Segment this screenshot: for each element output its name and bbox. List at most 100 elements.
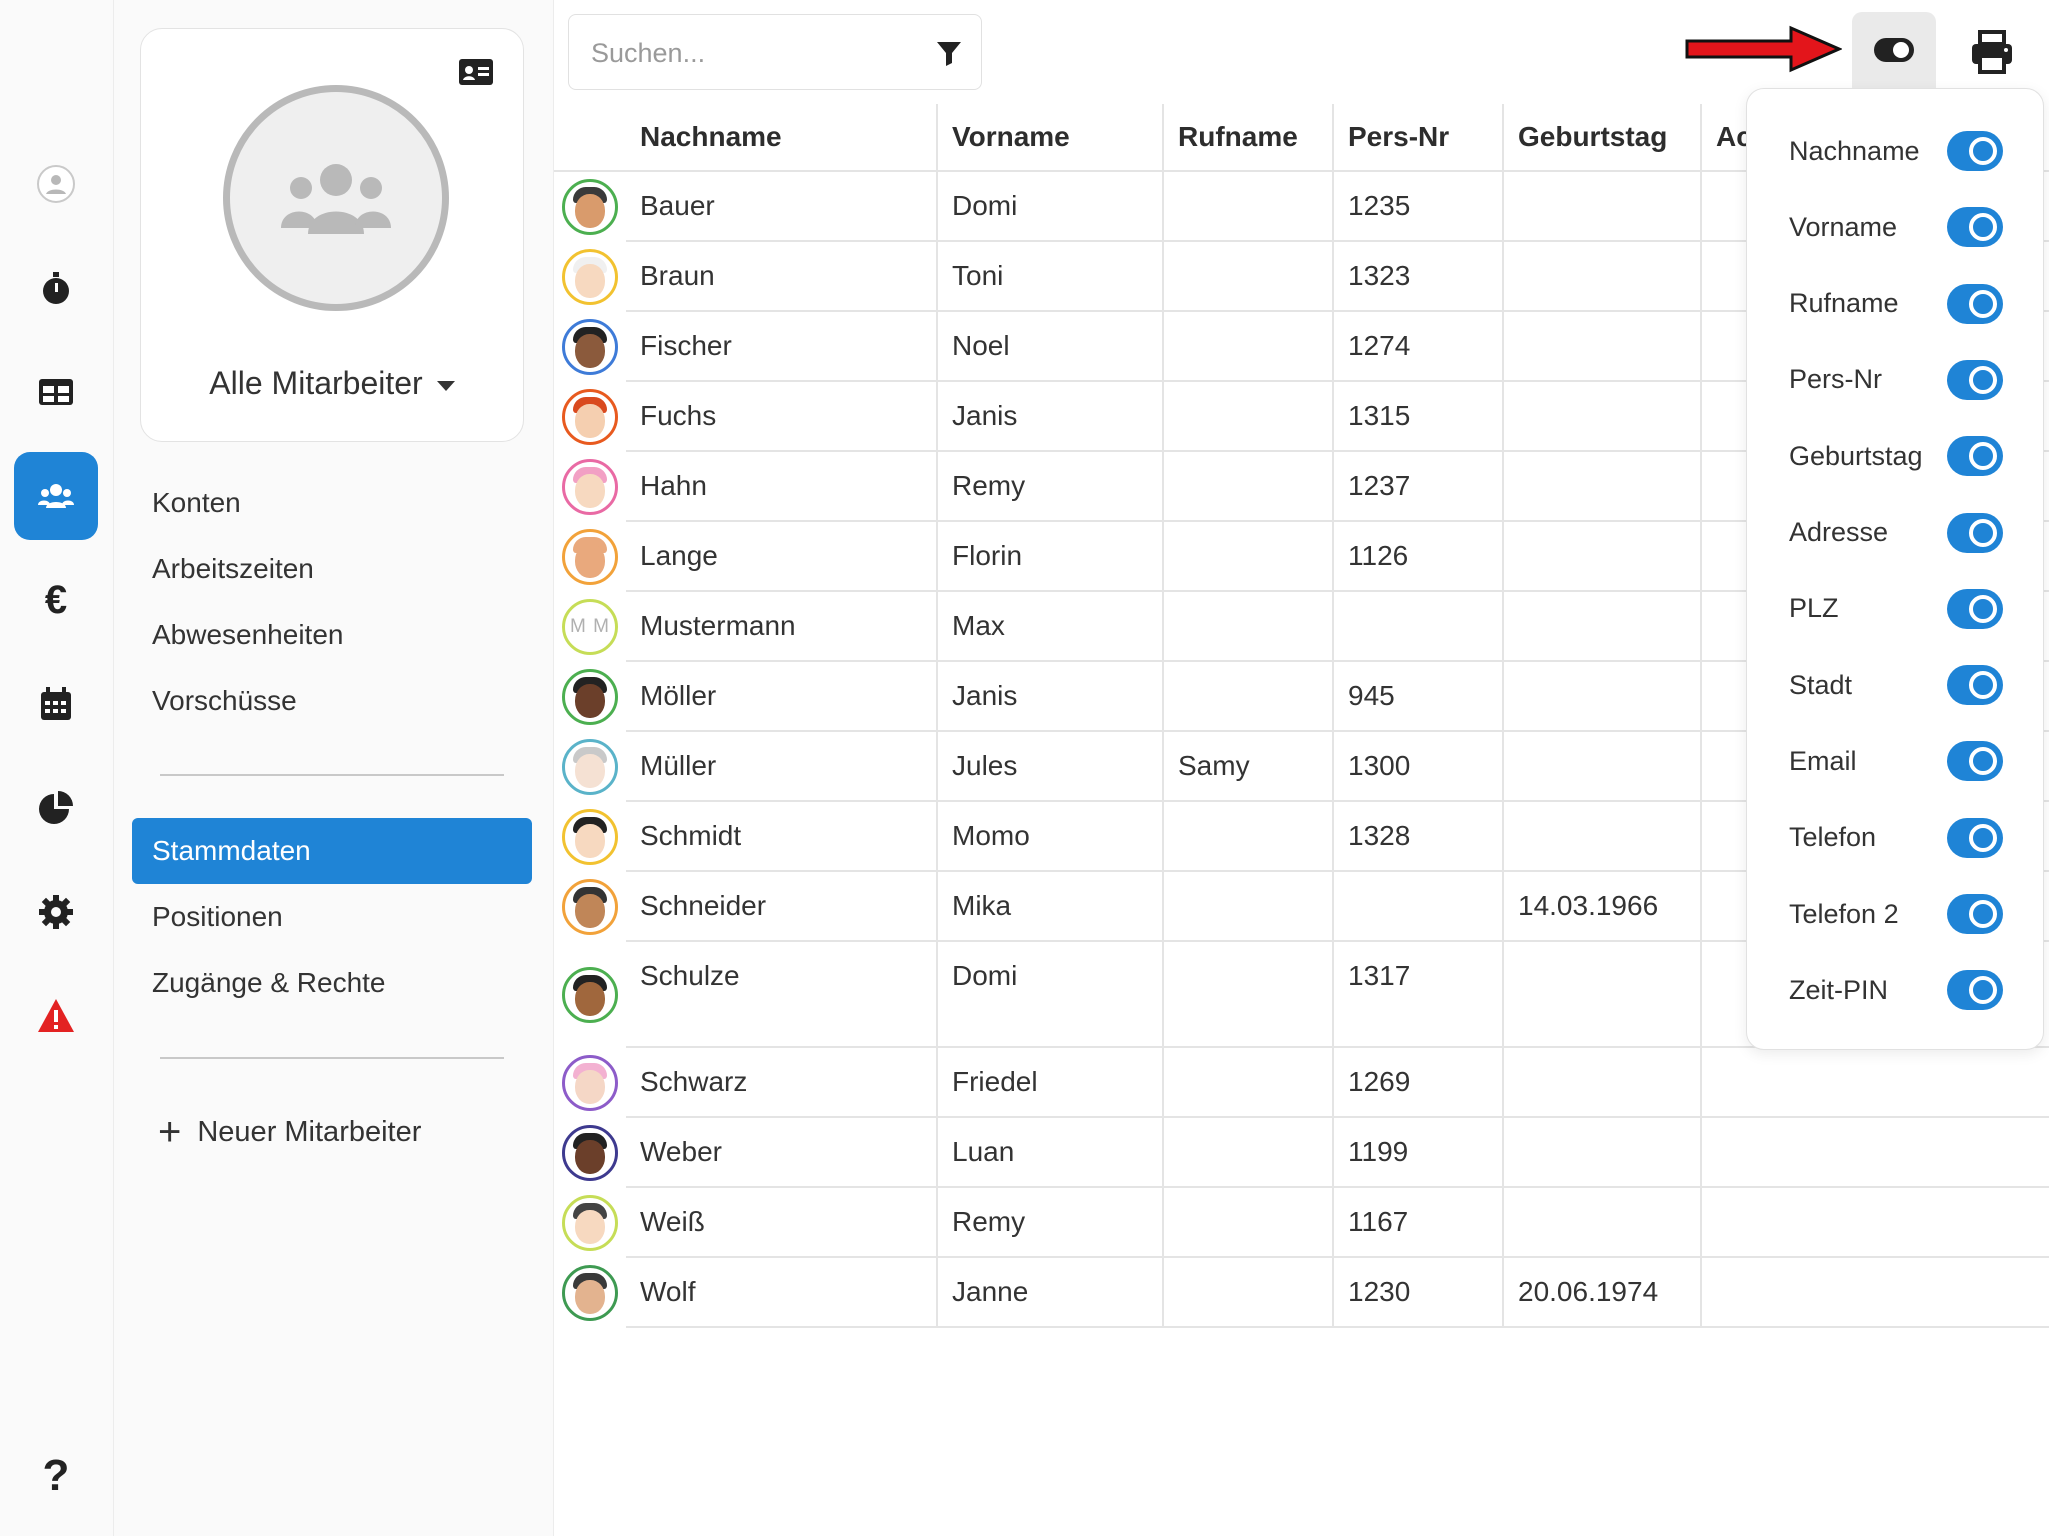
- column-toggle-button[interactable]: [1852, 12, 1936, 88]
- toggle-switch[interactable]: [1947, 588, 2003, 629]
- toggle-knob: [1969, 747, 1997, 776]
- cell-persnr: 1269: [1332, 1048, 1502, 1118]
- group-select-label: Alle Mitarbeiter: [209, 365, 423, 401]
- column-header-geburtstag[interactable]: Geburtstag: [1502, 104, 1700, 172]
- cell-rufname: [1162, 172, 1332, 242]
- user-circle-icon[interactable]: [14, 140, 98, 228]
- toggle-knob: [1969, 442, 1997, 471]
- toggle-knob: [1969, 671, 1997, 700]
- menu-item-positionen[interactable]: Positionen: [132, 884, 532, 950]
- toggle-knob: [1969, 900, 1997, 928]
- toggle-knob: [1969, 976, 1997, 1005]
- table-row[interactable]: Wolf Janne 1230 20.06.1974: [554, 1258, 2049, 1328]
- employee-panel: Alle Mitarbeiter Konten Arbeitszeiten Ab…: [114, 0, 554, 1536]
- avatar-face: [575, 544, 605, 578]
- menu-item-konten[interactable]: Konten: [132, 470, 532, 536]
- toggle-switch[interactable]: [1947, 512, 2003, 553]
- toggle-switch[interactable]: [1947, 741, 2003, 782]
- avatar-cell: [554, 872, 626, 942]
- toggle-label: Vorname: [1789, 211, 1898, 242]
- stopwatch-icon[interactable]: [14, 244, 98, 332]
- table-row[interactable]: Weiß Remy 1167: [554, 1188, 2049, 1258]
- cell-rufname: [1162, 242, 1332, 312]
- cell-vorname: Luan: [936, 1118, 1162, 1188]
- avatar: [562, 459, 618, 515]
- cell-adresse: [1700, 1188, 2049, 1258]
- cell-nachname: Lange: [626, 522, 936, 592]
- toggle-label: Telefon: [1789, 822, 1877, 853]
- cell-nachname: Schwarz: [626, 1048, 936, 1118]
- toggle-switch[interactable]: [1947, 894, 2003, 934]
- group-select[interactable]: Alle Mitarbeiter: [141, 365, 523, 402]
- warning-icon[interactable]: [14, 972, 98, 1060]
- pie-chart-icon[interactable]: [14, 764, 98, 852]
- table-icon[interactable]: [14, 348, 98, 436]
- column-header-rufname[interactable]: Rufname: [1162, 104, 1332, 172]
- new-employee-button[interactable]: + Neuer Mitarbeiter: [158, 1112, 421, 1152]
- column-header-vorname[interactable]: Vorname: [936, 104, 1162, 172]
- toggle-switch[interactable]: [1947, 131, 2003, 171]
- table-row[interactable]: Weber Luan 1199: [554, 1118, 2049, 1188]
- print-icon[interactable]: [1968, 28, 2016, 76]
- avatar-face: [575, 1070, 605, 1104]
- cell-nachname: Braun: [626, 242, 936, 312]
- avatar-face: [575, 1210, 605, 1244]
- gear-icon[interactable]: [14, 868, 98, 956]
- toggle-switch[interactable]: [1947, 817, 2003, 858]
- search-input[interactable]: [591, 31, 911, 75]
- toggle-switch[interactable]: [1947, 207, 2003, 248]
- cell-rufname: Samy: [1162, 732, 1332, 802]
- avatar: [562, 529, 618, 585]
- cell-vorname: Momo: [936, 802, 1162, 872]
- toggle-label: Email: [1789, 745, 1857, 776]
- cell-vorname: Max: [936, 592, 1162, 662]
- toggle-row-email: Email: [1747, 723, 2043, 799]
- avatar-cell: [554, 312, 626, 382]
- avatar-initials: M M: [570, 616, 610, 637]
- cell-geburtstag: [1502, 1188, 1700, 1258]
- avatar: [562, 1125, 618, 1181]
- cell-nachname: Möller: [626, 662, 936, 732]
- avatar-cell: [554, 732, 626, 802]
- avatar-face: [575, 334, 605, 368]
- column-header-nachname[interactable]: Nachname: [626, 104, 936, 172]
- avatar-cell: [554, 382, 626, 452]
- toggle-switch[interactable]: [1947, 970, 2003, 1011]
- vcard-icon[interactable]: [459, 59, 493, 85]
- column-header-persnr[interactable]: Pers-Nr: [1332, 104, 1502, 172]
- table-row[interactable]: Schwarz Friedel 1269: [554, 1048, 2049, 1118]
- menu-item-abwesenheiten[interactable]: Abwesenheiten: [132, 602, 532, 668]
- toggle-switch[interactable]: [1947, 436, 2003, 477]
- cell-nachname: Schmidt: [626, 802, 936, 872]
- cell-geburtstag: [1502, 242, 1700, 312]
- cell-vorname: Remy: [936, 1188, 1162, 1258]
- avatar: [562, 389, 618, 445]
- avatar: [562, 739, 618, 795]
- toggle-switch[interactable]: [1947, 283, 2003, 324]
- avatar-cell: M M: [554, 592, 626, 662]
- toggle-knob: [1969, 213, 1997, 242]
- new-employee-label: Neuer Mitarbeiter: [197, 1115, 422, 1148]
- calendar-icon[interactable]: [14, 660, 98, 748]
- menu-item-zugaenge[interactable]: Zugänge & Rechte: [132, 950, 532, 1016]
- menu-item-stammdaten[interactable]: Stammdaten: [132, 818, 532, 884]
- euro-icon[interactable]: €: [14, 556, 98, 644]
- toggle-switch[interactable]: [1947, 359, 2003, 400]
- cell-rufname: [1162, 1258, 1332, 1328]
- avatar-face: [575, 824, 605, 858]
- menu-item-vorschuesse[interactable]: Vorschüsse: [132, 668, 532, 734]
- menu-item-arbeitszeiten[interactable]: Arbeitszeiten: [132, 536, 532, 602]
- avatar-cell: [554, 242, 626, 312]
- toggle-label: Zeit-PIN: [1789, 974, 1889, 1005]
- toggle-label: Geburtstag: [1789, 440, 1923, 471]
- toggle-row-pers-nr: Pers-Nr: [1747, 342, 2043, 418]
- avatar-face: [575, 474, 605, 508]
- users-icon[interactable]: [14, 452, 98, 540]
- filter-icon[interactable]: [935, 39, 963, 67]
- cell-nachname: Weiß: [626, 1188, 936, 1258]
- help-icon[interactable]: ?: [14, 1432, 98, 1520]
- avatar: [562, 1055, 618, 1111]
- avatar: M M: [562, 599, 618, 655]
- toggle-switch[interactable]: [1947, 665, 2003, 706]
- menu-section-master: Stammdaten Positionen Zugänge & Rechte: [132, 818, 532, 1016]
